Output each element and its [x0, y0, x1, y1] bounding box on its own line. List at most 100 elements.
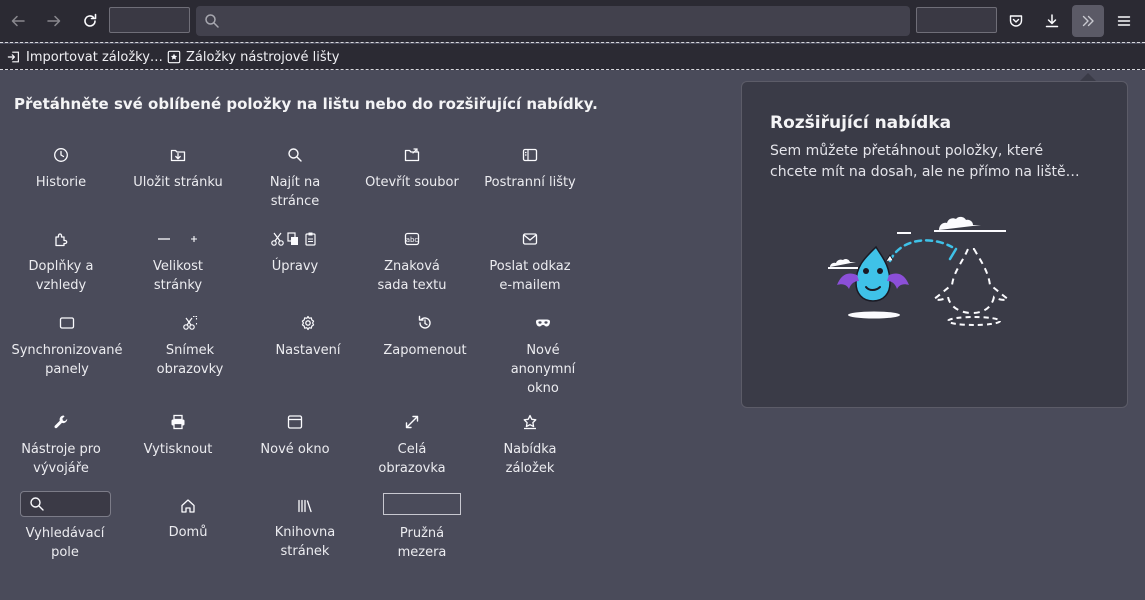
- palette-item-label: Otevřít soubor: [365, 175, 459, 190]
- text-encoding-icon: abc: [404, 232, 420, 246]
- overflow-panel-title: Rozšiřující nabídka: [770, 113, 952, 133]
- new-window-icon: [287, 415, 303, 429]
- palette-item-label: Postranní lišty: [484, 175, 576, 190]
- cut-copy-paste-icon: [271, 232, 316, 246]
- flexible-space-right[interactable]: [916, 7, 997, 33]
- palette-item-settings[interactable]: Nastavení: [249, 315, 367, 360]
- palette-item-email-link[interactable]: Poslat odkaz e-mailem: [471, 231, 589, 295]
- palette-item-label: Zapomenout: [383, 343, 467, 358]
- gear-icon: [301, 315, 315, 331]
- private-mask-icon: [536, 319, 550, 327]
- svg-text:abc: abc: [406, 236, 419, 244]
- printer-icon: [171, 414, 185, 430]
- hamburger-icon: [1117, 16, 1131, 26]
- reload-button[interactable]: [74, 5, 106, 37]
- palette-item-label: Synchronizované panely: [11, 343, 123, 377]
- save-page-icon: [170, 149, 186, 162]
- search-field-widget: [19, 491, 111, 517]
- app-menu-button[interactable]: [1108, 5, 1140, 37]
- forward-button[interactable]: [38, 5, 70, 37]
- palette-item-synced-tabs[interactable]: Synchronizované panely: [8, 315, 126, 379]
- palette-item-label: Historie: [35, 175, 87, 190]
- import-bookmarks-button[interactable]: Importovat záložky…: [7, 48, 163, 66]
- back-button[interactable]: [2, 5, 34, 37]
- toolbar-bookmarks-label: Záložky nástrojové lišty: [186, 49, 340, 65]
- palette-item-history[interactable]: Historie: [2, 147, 120, 192]
- palette-item-label: Poslat odkaz e-mailem: [489, 259, 571, 293]
- fullscreen-icon: [405, 415, 419, 429]
- palette-item-new-window[interactable]: Nové okno: [236, 414, 354, 459]
- downloads-button[interactable]: [1036, 5, 1068, 37]
- palette-item-zoom[interactable]: Velikost stránky: [119, 231, 237, 295]
- palette-item-search-field[interactable]: Vyhledávací pole: [6, 491, 124, 562]
- pocket-button[interactable]: [1000, 5, 1032, 37]
- palette-item-screenshot[interactable]: Snímek obrazovky: [131, 315, 249, 379]
- palette-item-save-page[interactable]: Uložit stránku: [119, 147, 237, 192]
- palette-item-label: Vytisknout: [143, 442, 213, 457]
- palette-item-label: Snímek obrazovky: [156, 343, 224, 377]
- overflow-panel[interactable]: Rozšiřující nabídka Sem můžete přetáhnou…: [741, 81, 1128, 408]
- palette-item-label: Úpravy: [271, 259, 319, 274]
- bookmarks-toolbar: Importovat záložky… Záložky nástrojové l…: [0, 44, 1145, 70]
- puzzle-icon: [55, 233, 68, 247]
- palette-item-library[interactable]: Knihovna stránek: [246, 498, 364, 561]
- palette-item-label: Nabídka záložek: [503, 442, 557, 476]
- palette-item-label: Knihovna stránek: [274, 525, 336, 559]
- palette-item-label: Znaková sada textu: [377, 259, 447, 293]
- bookmark-star-folder-icon: [167, 50, 181, 64]
- palette-item-print[interactable]: Vytisknout: [119, 414, 237, 459]
- flexible-space-widget: [383, 493, 461, 515]
- palette-item-private-window[interactable]: Nové anonymní okno: [484, 315, 602, 398]
- overflow-menu-button[interactable]: [1072, 5, 1104, 37]
- url-bar[interactable]: [196, 6, 910, 36]
- sidebar-icon: [522, 148, 538, 162]
- screenshot-icon: [183, 315, 198, 330]
- palette-item-label: Vyhledávací pole: [25, 526, 105, 560]
- import-bookmarks-label: Importovat záložky…: [26, 49, 163, 65]
- palette-item-edit[interactable]: Úpravy: [236, 231, 354, 276]
- palette-item-label: Pružná mezera: [397, 526, 447, 560]
- palette-title: Přetáhněte své oblíbené položky na lištu…: [14, 95, 598, 113]
- import-icon: [7, 51, 19, 63]
- toolbar-bookmarks-button[interactable]: Záložky nástrojové lišty: [167, 48, 339, 66]
- palette-item-sidebars[interactable]: Postranní lišty: [471, 147, 589, 192]
- palette-item-addons[interactable]: Doplňky a vzhledy: [2, 231, 120, 295]
- forget-icon: [418, 315, 431, 329]
- palette-item-find-in-page[interactable]: Najít na stránce: [236, 147, 354, 211]
- dragon-illustration: [828, 216, 1011, 326]
- palette-item-bookmarks-menu[interactable]: Nabídka záložek: [471, 414, 589, 478]
- flexible-space-left[interactable]: [109, 7, 190, 33]
- palette-item-label: Celá obrazovka: [378, 442, 446, 476]
- palette-item-developer-tools[interactable]: Nástroje pro vývojáře: [2, 414, 120, 478]
- toolbar-drop-area-border: [0, 42, 1145, 43]
- zoom-icon: [158, 236, 197, 242]
- open-folder-icon: [404, 148, 420, 162]
- download-icon: [1045, 14, 1059, 28]
- navigation-toolbar: [0, 0, 1145, 42]
- overflow-panel-description: Sem můžete přetáhnout položky, které chc…: [770, 143, 1080, 180]
- palette-item-flexible-space[interactable]: Pružná mezera: [363, 493, 481, 562]
- search-icon: [205, 14, 219, 28]
- bookmarks-drop-area-border: [0, 69, 1145, 70]
- pocket-icon: [1009, 15, 1023, 27]
- palette-item-label: Nové anonymní okno: [510, 343, 576, 396]
- palette-item-label: Uložit stránku: [133, 175, 223, 190]
- search-icon: [29, 497, 44, 511]
- palette-item-label: Velikost stránky: [153, 259, 203, 293]
- palette-item-home[interactable]: Domů: [129, 498, 247, 542]
- arrow-right-icon: [47, 15, 61, 27]
- search-icon: [288, 148, 302, 162]
- reload-icon: [84, 13, 97, 27]
- palette-item-label: Najít na stránce: [269, 175, 321, 209]
- mail-icon: [522, 233, 538, 245]
- palette-item-label: Nástroje pro vývojáře: [21, 442, 101, 476]
- clock-icon: [54, 148, 68, 162]
- palette-item-open-file[interactable]: Otevřít soubor: [353, 147, 471, 192]
- palette-item-forget[interactable]: Zapomenout: [366, 315, 484, 360]
- bookmark-star-icon: [523, 414, 537, 430]
- palette-item-fullscreen[interactable]: Celá obrazovka: [353, 414, 471, 478]
- synced-tabs-icon: [59, 317, 75, 329]
- library-icon: [298, 499, 312, 513]
- palette-item-text-encoding[interactable]: abc Znaková sada textu: [353, 231, 471, 295]
- arrow-left-icon: [11, 15, 25, 27]
